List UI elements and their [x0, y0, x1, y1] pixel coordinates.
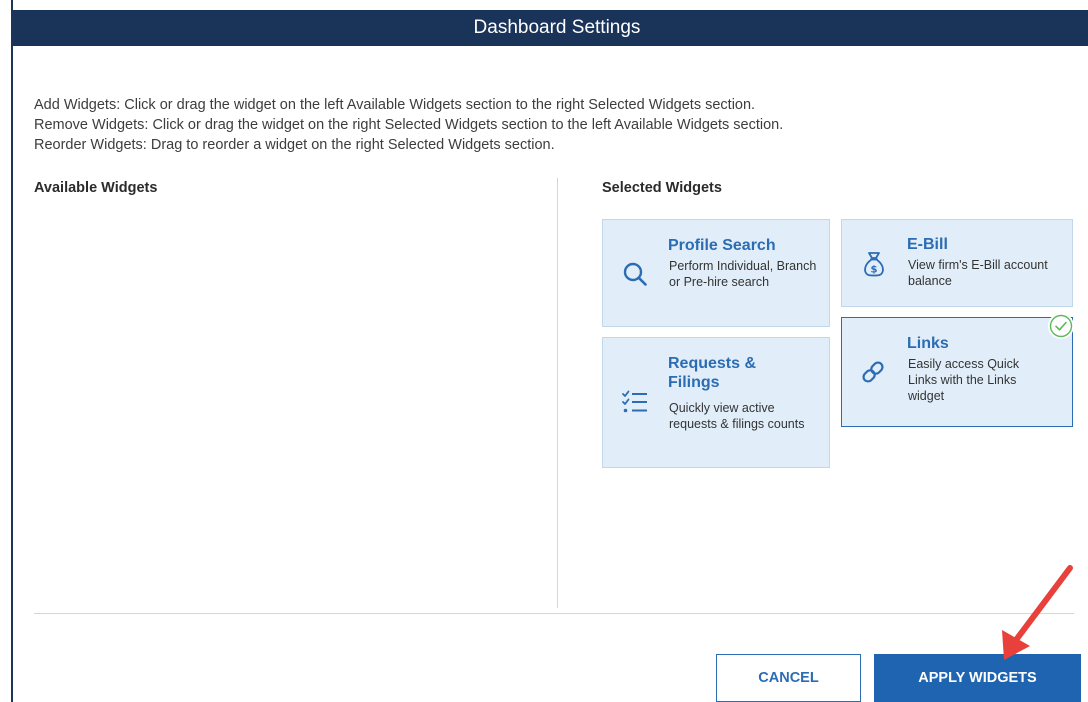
instructions: Add Widgets: Click or drag the widget on… [34, 95, 1074, 155]
widget-requests-filings[interactable]: Requests & Filings Quickly view active r… [602, 337, 830, 468]
widget-description: Quickly view active requests & filings c… [669, 401, 805, 431]
widget-title: Profile Search [668, 237, 776, 254]
widget-title: Links [907, 335, 949, 352]
instruction-add: Add Widgets: Click or drag the widget on… [34, 97, 756, 113]
available-widgets-heading: Available Widgets [34, 180, 158, 196]
widget-title: Requests & Filings [668, 355, 757, 391]
search-icon [621, 260, 649, 288]
checklist-icon [621, 388, 649, 416]
footer-divider [34, 613, 1074, 614]
dashboard-settings-dialog: Dashboard Settings Add Widgets: Click or… [0, 0, 1088, 702]
widget-profile-search[interactable]: Profile Search Perform Individual, Branc… [602, 219, 830, 327]
selected-widgets-heading: Selected Widgets [602, 180, 722, 196]
dialog-left-border [11, 0, 13, 702]
widget-links[interactable]: Links Easily access Quick Links with the… [841, 313, 1074, 427]
column-divider [557, 178, 558, 608]
widget-description: View firm's E-Bill account balance [908, 258, 1048, 288]
instruction-reorder: Reorder Widgets: Drag to reorder a widge… [34, 137, 555, 153]
widget-e-bill[interactable]: $ E-Bill View firm's E-Bill account bala… [841, 219, 1073, 307]
widget-description: Perform Individual, Branch or Pre-hire s… [669, 259, 817, 289]
money-bag-icon: $ [860, 250, 888, 278]
link-icon [859, 358, 887, 386]
widget-description: Easily access Quick Links with the Links… [908, 357, 1020, 403]
dialog-title: Dashboard Settings [473, 17, 641, 38]
check-circle-icon [1048, 313, 1074, 339]
apply-widgets-button[interactable]: APPLY WIDGETS [874, 654, 1081, 702]
annotation-arrow-icon [1002, 565, 1073, 660]
svg-text:$: $ [871, 265, 878, 276]
instruction-remove: Remove Widgets: Click or drag the widget… [34, 117, 784, 133]
dialog-title-bar: Dashboard Settings [12, 10, 1088, 46]
cancel-button[interactable]: CANCEL [716, 654, 861, 702]
widget-title: E-Bill [907, 236, 948, 253]
